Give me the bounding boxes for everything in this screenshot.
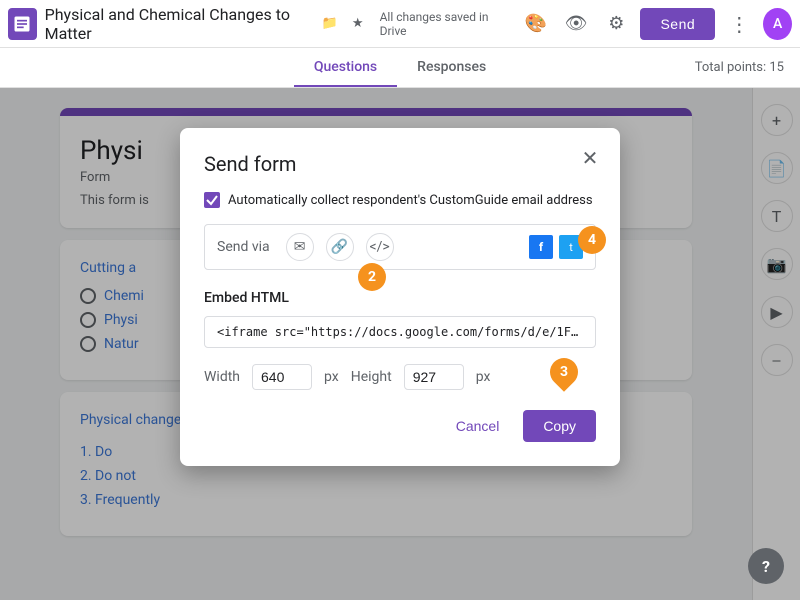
checkbox-row: 2 Automatically collect respondent's Cus…: [204, 192, 596, 208]
saved-text: All changes saved in Drive: [380, 10, 504, 38]
height-unit: px: [476, 369, 491, 385]
top-bar: Physical and Chemical Changes to Matter …: [0, 0, 800, 48]
doc-title: Physical and Chemical Changes to Matter: [45, 5, 310, 43]
embed-title: Embed HTML: [204, 290, 596, 306]
send-via-label: Send via: [217, 239, 270, 255]
modal-close-button[interactable]: ✕: [576, 144, 604, 172]
badge-4: 4: [578, 226, 606, 254]
modal-overlay: Send form ✕ 4 2 Automatically collect re…: [0, 88, 800, 600]
auto-collect-checkbox[interactable]: [204, 192, 220, 208]
width-label: Width: [204, 369, 240, 385]
cancel-button[interactable]: Cancel: [440, 410, 516, 442]
tabs-bar: Questions Responses Total points: 15: [0, 48, 800, 88]
social-icons: f t: [529, 235, 583, 259]
folder-icon[interactable]: 📁: [318, 12, 342, 35]
tab-responses[interactable]: Responses: [397, 49, 506, 87]
badge-2: 2: [358, 263, 386, 291]
width-unit: px: [324, 369, 339, 385]
dimensions-row: Width px Height px: [204, 364, 596, 390]
send-button[interactable]: Send: [640, 8, 715, 40]
send-via-icons: ✉ 🔗 </>: [286, 233, 513, 261]
email-via-icon[interactable]: ✉: [286, 233, 314, 261]
more-menu-button[interactable]: ⋮: [723, 6, 755, 42]
link-via-icon[interactable]: 🔗: [326, 233, 354, 261]
send-via-row: Send via ✉ 🔗 </> f t: [204, 224, 596, 270]
settings-icon[interactable]: ⚙: [600, 6, 632, 42]
preview-icon[interactable]: 👁: [560, 6, 592, 42]
height-input[interactable]: [404, 364, 464, 390]
facebook-icon[interactable]: f: [529, 235, 553, 259]
modal-footer: Cancel Copy: [204, 410, 596, 442]
embed-via-icon[interactable]: </>: [366, 233, 394, 261]
height-label: Height: [351, 369, 392, 385]
main-content: Physi Form This form is Cutting a Chemi …: [0, 88, 800, 600]
send-form-modal: Send form ✕ 4 2 Automatically collect re…: [180, 128, 620, 466]
copy-button[interactable]: Copy: [523, 410, 596, 442]
modal-title: Send form: [204, 152, 596, 176]
palette-icon[interactable]: 🎨: [520, 6, 552, 42]
top-bar-icons: 📁 ★: [318, 12, 368, 35]
star-icon[interactable]: ★: [348, 12, 368, 35]
checkbox-label: Automatically collect respondent's Custo…: [228, 193, 593, 208]
help-button[interactable]: ?: [748, 548, 784, 584]
avatar[interactable]: A: [763, 8, 792, 40]
app-icon[interactable]: [8, 8, 37, 40]
total-points: Total points: 15: [695, 60, 784, 75]
tab-questions[interactable]: Questions: [294, 49, 397, 87]
width-input[interactable]: [252, 364, 312, 390]
embed-code-box[interactable]: <iframe src="https://docs.google.com/for…: [204, 316, 596, 348]
